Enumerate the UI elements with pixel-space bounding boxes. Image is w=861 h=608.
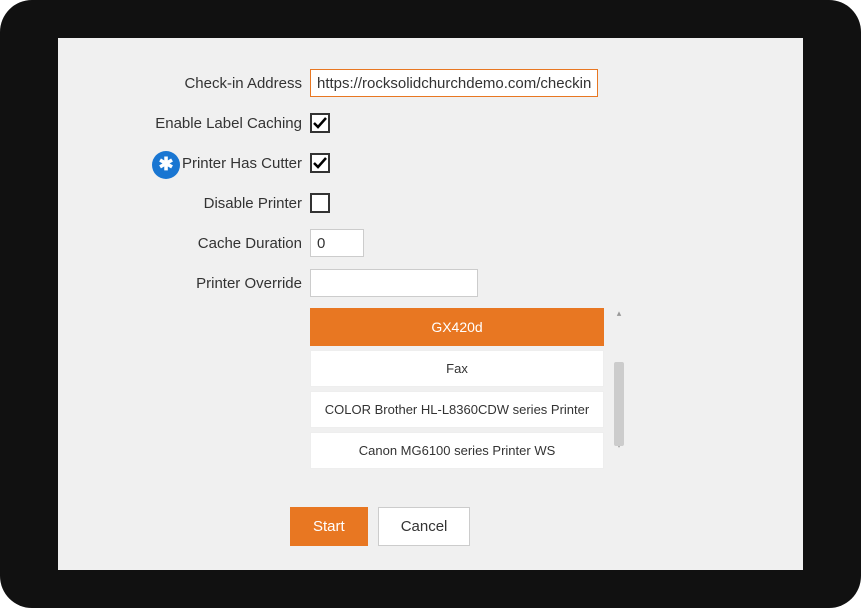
row-cache-duration: Cache Duration	[78, 228, 783, 258]
printer-cutter-checkbox[interactable]	[310, 153, 330, 173]
printer-list: GX420d Fax COLOR Brother HL-L8360CDW serie…	[310, 308, 604, 473]
start-button[interactable]: Start	[290, 507, 368, 546]
cache-duration-label: Cache Duration	[78, 235, 310, 252]
disable-printer-label: Disable Printer	[78, 195, 310, 212]
cancel-button[interactable]: Cancel	[378, 507, 471, 546]
cache-duration-input[interactable]	[310, 229, 364, 257]
disable-printer-checkbox[interactable]	[310, 193, 330, 213]
printer-override-label: Printer Override	[78, 275, 310, 292]
checkin-address-label: Check-in Address	[78, 75, 310, 92]
printer-override-input[interactable]	[310, 269, 478, 297]
checkmark-icon	[312, 115, 328, 131]
settings-form: Check-in Address Enable Label Caching ✱ …	[58, 38, 803, 483]
scroll-track[interactable]	[614, 320, 624, 440]
printer-item[interactable]: Fax	[310, 350, 604, 387]
info-badge-icon: ✱	[152, 151, 180, 179]
checkin-address-input[interactable]	[310, 69, 598, 97]
scrollbar[interactable]: ▴ ▾	[614, 308, 624, 473]
row-printer-cutter: ✱ Printer Has Cutter	[78, 148, 783, 178]
scroll-thumb[interactable]	[614, 362, 624, 446]
tablet-frame: Check-in Address Enable Label Caching ✱ …	[0, 0, 861, 608]
row-disable-printer: Disable Printer	[78, 188, 783, 218]
enable-caching-checkbox[interactable]	[310, 113, 330, 133]
printer-item[interactable]: Canon MG6100 series Printer WS	[310, 432, 604, 469]
printer-cutter-label: Printer Has Cutter	[182, 155, 302, 172]
printer-item[interactable]: COLOR Brother HL-L8360CDW series Printer	[310, 391, 604, 428]
row-printer-override: Printer Override	[78, 268, 783, 298]
scroll-up-icon[interactable]: ▴	[614, 308, 624, 320]
printer-list-container: GX420d Fax COLOR Brother HL-L8360CDW serie…	[310, 308, 624, 473]
app-screen: Check-in Address Enable Label Caching ✱ …	[58, 38, 803, 570]
enable-caching-label: Enable Label Caching	[78, 115, 310, 132]
row-checkin-address: Check-in Address	[78, 68, 783, 98]
printer-item[interactable]: GX420d	[310, 308, 604, 346]
button-row: Start Cancel	[290, 507, 470, 546]
row-enable-caching: Enable Label Caching	[78, 108, 783, 138]
checkmark-icon	[312, 155, 328, 171]
